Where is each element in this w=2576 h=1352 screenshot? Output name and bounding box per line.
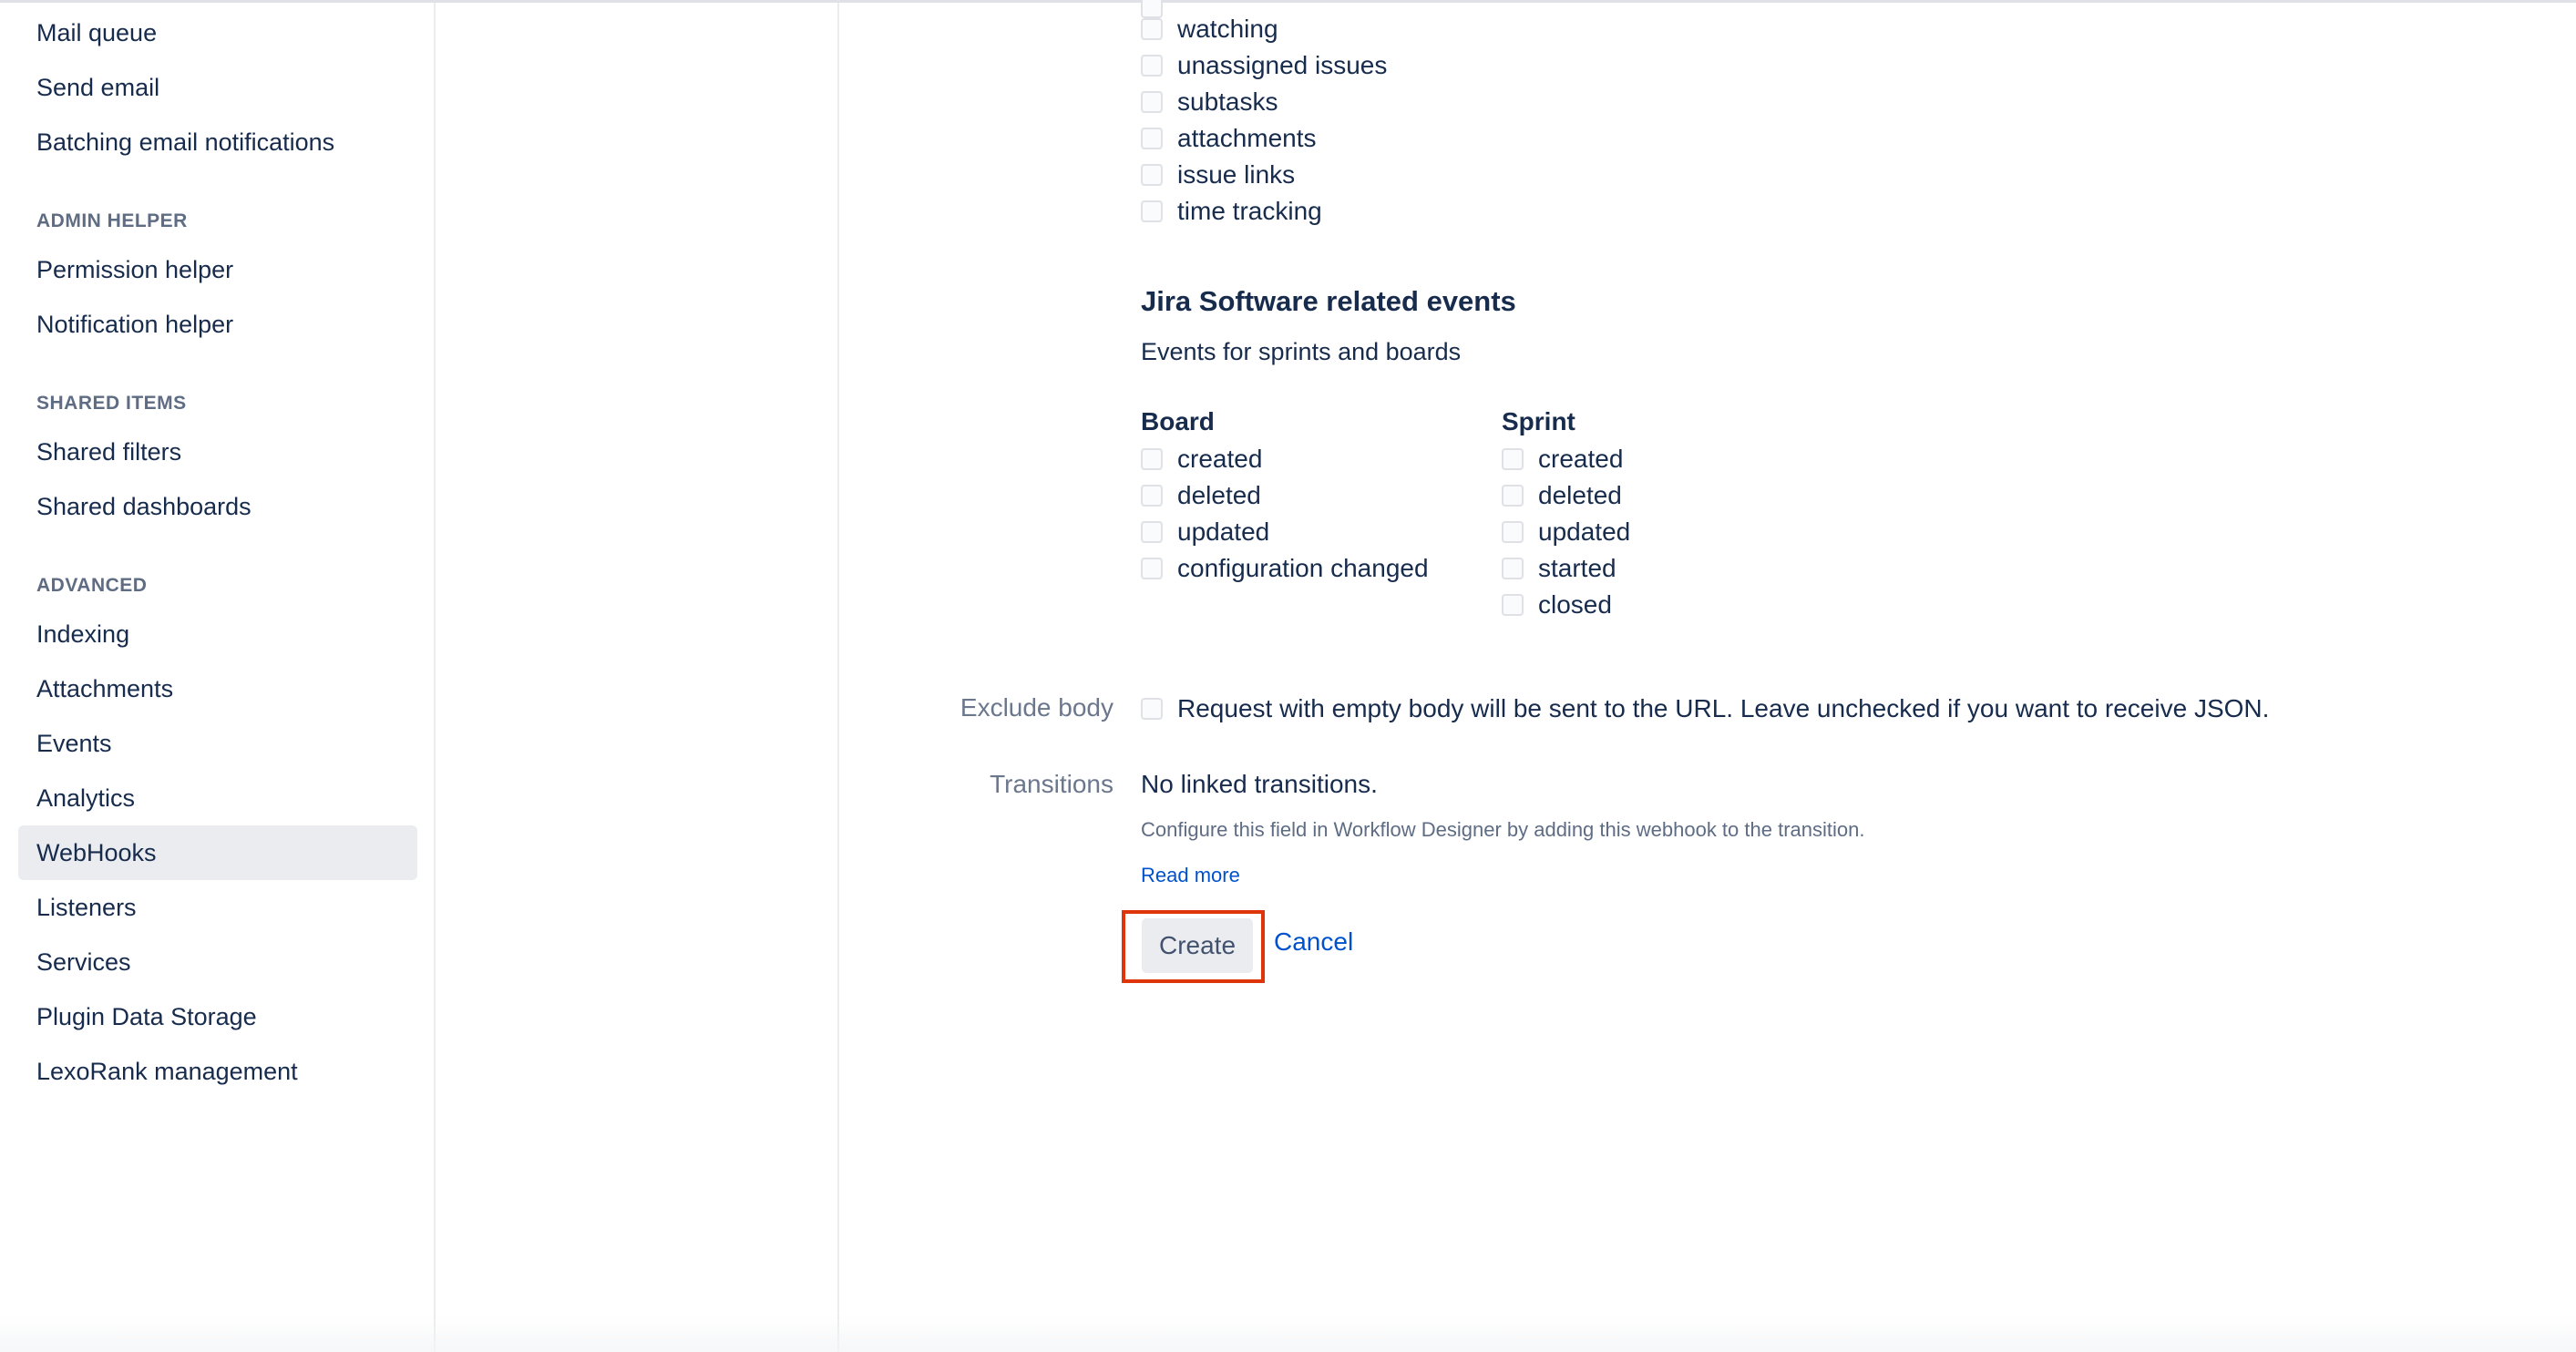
checkbox-label: time tracking bbox=[1177, 197, 1322, 225]
checkbox[interactable] bbox=[1502, 558, 1524, 579]
checkbox[interactable] bbox=[1141, 200, 1163, 222]
checkbox[interactable] bbox=[1141, 521, 1163, 543]
checkbox[interactable] bbox=[1502, 594, 1524, 616]
software-events-title: Jira Software related events bbox=[1141, 285, 1516, 317]
sidebar-item-shared-dashboards[interactable]: Shared dashboards bbox=[18, 479, 417, 534]
sidebar-item-attachments[interactable]: Attachments bbox=[18, 661, 417, 716]
event-checkbox-watching[interactable]: watching bbox=[1141, 11, 1278, 47]
checkbox-label: started bbox=[1538, 554, 1616, 582]
checkbox-label: created bbox=[1538, 445, 1624, 473]
board-checkbox-created[interactable]: created bbox=[1141, 441, 1262, 477]
transitions-label: Transitions bbox=[990, 770, 1114, 798]
board-checkbox-updated[interactable]: updated bbox=[1141, 514, 1269, 550]
checkbox-label: attachments bbox=[1177, 124, 1317, 152]
software-events-description: Events for sprints and boards bbox=[1141, 338, 1462, 365]
sidebar-item-lexorank-management[interactable]: LexoRank management bbox=[18, 1044, 417, 1099]
event-checkbox-time-tracking[interactable]: time tracking bbox=[1141, 193, 1322, 230]
checkbox-label: configuration changed bbox=[1177, 554, 1429, 582]
board-heading: Board bbox=[1141, 407, 1215, 435]
sidebar-heading-shared-items: SHARED ITEMS bbox=[36, 393, 187, 414]
sprint-checkbox-updated[interactable]: updated bbox=[1502, 514, 1630, 550]
checkbox-label: subtasks bbox=[1177, 87, 1278, 116]
checkbox[interactable] bbox=[1141, 128, 1163, 149]
checkbox[interactable] bbox=[1141, 91, 1163, 113]
checkbox[interactable] bbox=[1141, 448, 1163, 470]
checkbox-label: closed bbox=[1538, 590, 1612, 619]
sidebar-item-notification-helper[interactable]: Notification helper bbox=[18, 297, 417, 352]
checkbox-label: deleted bbox=[1538, 481, 1622, 509]
event-checkbox-issue-links[interactable]: issue links bbox=[1141, 157, 1295, 193]
checkbox-label: created bbox=[1177, 445, 1263, 473]
sidebar-item-send-email[interactable]: Send email bbox=[18, 60, 417, 115]
sidebar-item-batching-email-notifications[interactable]: Batching email notifications bbox=[18, 115, 417, 169]
event-checkbox-attachments[interactable]: attachments bbox=[1141, 120, 1317, 157]
sidebar-item-permission-helper[interactable]: Permission helper bbox=[18, 242, 417, 297]
sidebar-item-indexing[interactable]: Indexing bbox=[18, 607, 417, 661]
sprint-checkbox-deleted[interactable]: deleted bbox=[1502, 477, 1622, 514]
sidebar-heading-admin-helper: ADMIN HELPER bbox=[36, 210, 188, 231]
sprint-checkbox-closed[interactable]: closed bbox=[1502, 587, 1612, 623]
checkbox[interactable] bbox=[1141, 698, 1163, 720]
event-checkbox-subtasks[interactable]: subtasks bbox=[1141, 84, 1278, 120]
sidebar-item-services[interactable]: Services bbox=[18, 935, 417, 989]
checkbox[interactable] bbox=[1502, 485, 1524, 507]
checkbox[interactable] bbox=[1141, 18, 1163, 40]
checkbox-label: deleted bbox=[1177, 481, 1261, 509]
middle-column bbox=[436, 3, 839, 1352]
transitions-hint: Configure this field in Workflow Designe… bbox=[1141, 818, 1865, 841]
admin-sidebar: Mail queue Send email Batching email not… bbox=[0, 3, 436, 1352]
checkbox-label: watching bbox=[1177, 15, 1278, 43]
checkbox-label: updated bbox=[1177, 517, 1270, 546]
sidebar-item-analytics[interactable]: Analytics bbox=[18, 771, 417, 825]
create-button[interactable]: Create bbox=[1142, 918, 1253, 973]
sprint-checkbox-created[interactable]: created bbox=[1502, 441, 1623, 477]
sidebar-item-shared-filters[interactable]: Shared filters bbox=[18, 425, 417, 479]
sidebar-heading-advanced: ADVANCED bbox=[36, 575, 148, 596]
cancel-link[interactable]: Cancel bbox=[1274, 927, 1353, 957]
checkbox[interactable] bbox=[1141, 558, 1163, 579]
board-checkbox-deleted[interactable]: deleted bbox=[1141, 477, 1261, 514]
sidebar-item-webhooks[interactable]: WebHooks bbox=[18, 825, 417, 880]
sidebar-item-events[interactable]: Events bbox=[18, 716, 417, 771]
checkbox[interactable] bbox=[1502, 448, 1524, 470]
sprint-checkbox-started[interactable]: started bbox=[1502, 550, 1616, 587]
read-more-link[interactable]: Read more bbox=[1141, 864, 1240, 887]
checkbox-label: updated bbox=[1538, 517, 1631, 546]
checkbox[interactable] bbox=[1141, 485, 1163, 507]
sidebar-item-listeners[interactable]: Listeners bbox=[18, 880, 417, 935]
exclude-body-label: Exclude body bbox=[960, 693, 1114, 722]
checkbox[interactable] bbox=[1141, 164, 1163, 186]
exclude-body-checkbox[interactable]: Request with empty body will be sent to … bbox=[1141, 691, 2269, 727]
transitions-value: No linked transitions. bbox=[1141, 770, 1378, 798]
event-checkbox-unassigned-issues[interactable]: unassigned issues bbox=[1141, 47, 1387, 84]
board-checkbox-configuration-changed[interactable]: configuration changed bbox=[1141, 550, 1429, 587]
checkbox[interactable] bbox=[1502, 521, 1524, 543]
sidebar-item-plugin-data-storage[interactable]: Plugin Data Storage bbox=[18, 989, 417, 1044]
checkbox[interactable] bbox=[1141, 55, 1163, 77]
checkbox-label: Request with empty body will be sent to … bbox=[1177, 694, 2270, 722]
checkbox-label: unassigned issues bbox=[1177, 51, 1388, 79]
sprint-heading: Sprint bbox=[1502, 407, 1575, 435]
sidebar-item-mail-queue[interactable]: Mail queue bbox=[18, 5, 417, 60]
checkbox-label: issue links bbox=[1177, 160, 1296, 189]
